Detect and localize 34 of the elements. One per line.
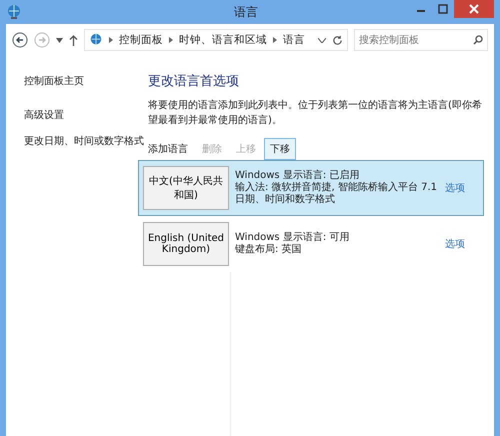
close-icon — [469, 4, 479, 14]
chevron-icon — [169, 37, 173, 43]
search-icon — [473, 35, 483, 45]
sidebar-link[interactable]: 控制面板主页 — [24, 74, 84, 88]
refresh-icon[interactable] — [332, 34, 343, 46]
language-row[interactable]: English (United Kingdom) Windows 显示语言: 可用 键盘布局: 英国 选项 — [138, 216, 484, 272]
language-details: Windows 显示语言: 可用 键盘布局: 英国 — [235, 232, 350, 256]
description-text: 将要使用的语言添加到此列表中。位于列表第一位的语言将为主语言(即你希望最看到并最常使用的语言)。 — [148, 98, 483, 128]
toolbar-button[interactable]: 下移 — [264, 138, 296, 160]
breadcrumb[interactable]: 控制面板 — [119, 33, 163, 47]
dropdown-arrow-icon[interactable] — [56, 38, 63, 42]
toolbar-button[interactable]: 添加语言 — [142, 138, 194, 160]
address-field[interactable]: 控制面板 时钟、语言和区域 语言 — [84, 29, 348, 51]
page-heading: 更改语言首选项 — [148, 73, 240, 90]
close-button[interactable] — [454, 0, 494, 18]
language-row[interactable]: 中文(中华人民共和国) Windows 显示语言: 已启用 输入法: 微软拼音简捷, 智能陈桥输入平台 7.1 日期、时间和数字格式 选项 — [138, 160, 484, 216]
maximize-icon — [438, 4, 448, 14]
chevron-icon — [109, 37, 113, 43]
options-link[interactable]: 选项 — [445, 181, 465, 195]
breadcrumb[interactable]: 语言 — [283, 33, 305, 47]
globe-icon — [89, 33, 103, 47]
breadcrumb[interactable]: 时钟、语言和区域 — [179, 33, 267, 47]
sidebar-link[interactable]: 更改日期、时间或数字格式 — [24, 134, 144, 148]
language-name: English (United Kingdom) — [143, 222, 229, 266]
sidebar-link[interactable]: 高级设置 — [24, 108, 64, 122]
search-field[interactable]: 搜索控制面板 — [354, 29, 488, 51]
globe-icon — [6, 4, 22, 20]
chevron-icon — [273, 37, 277, 43]
window-title: 语言 — [234, 4, 258, 20]
language-details: Windows 显示语言: 已启用 输入法: 微软拼音简捷, 智能陈桥输入平台 7.1 日期、时间和数字格式 — [235, 170, 437, 206]
options-link[interactable]: 选项 — [445, 237, 465, 251]
up-arrow-icon[interactable] — [69, 34, 78, 46]
language-name: 中文(中华人民共和国) — [143, 166, 229, 210]
back-button[interactable] — [12, 32, 28, 48]
